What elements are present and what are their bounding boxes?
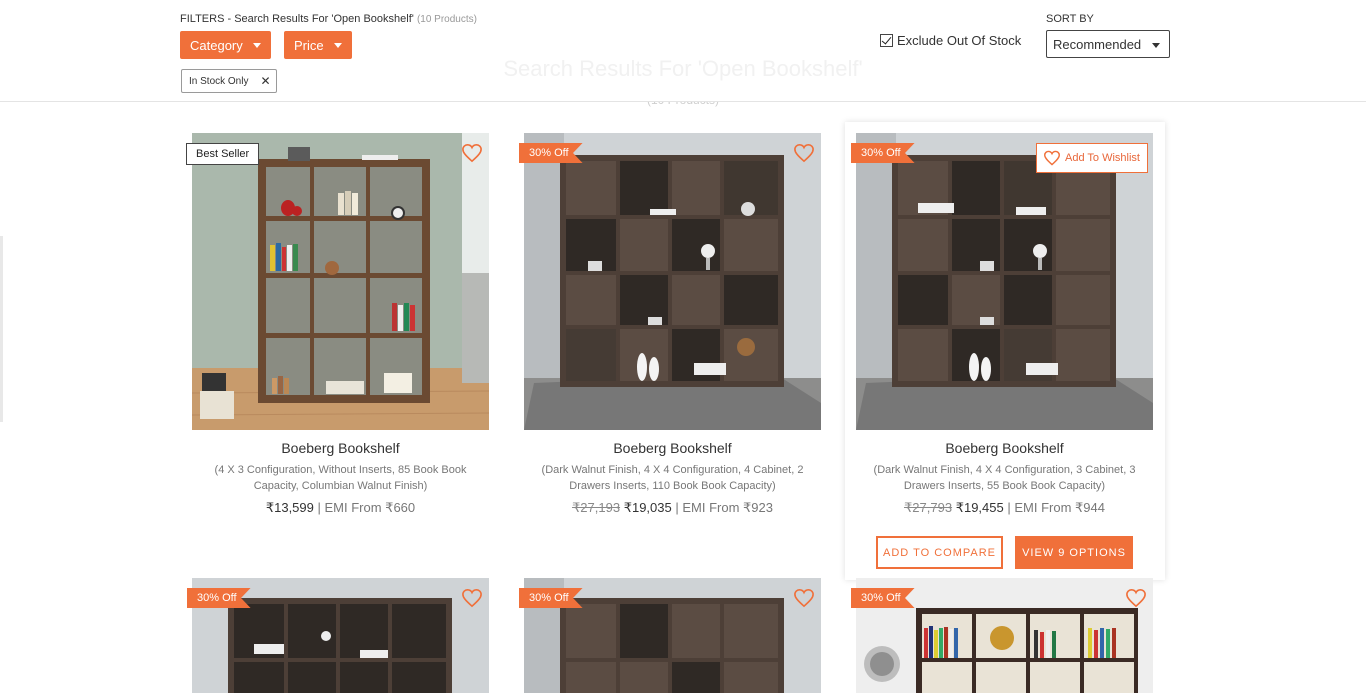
product-card[interactable]: 30% Off Boeberg Bookshelf (Dark Walnut F… xyxy=(519,133,821,523)
price-current: ₹19,455 xyxy=(955,500,1004,515)
product-description: (Dark Walnut Finish, 4 X 4 Configuration… xyxy=(541,464,804,492)
filters-label-text: FILTERS - Search Results For 'Open Books… xyxy=(180,13,414,25)
in-stock-chip: In Stock Only ✕ xyxy=(181,69,277,93)
product-image[interactable] xyxy=(192,133,489,430)
wishlist-label: Add To Wishlist xyxy=(1065,152,1140,164)
product-image[interactable]: Add To Wishlist xyxy=(856,133,1153,430)
add-to-compare-button[interactable]: ADD TO COMPARE xyxy=(876,536,1003,569)
product-name[interactable]: Boeberg Bookshelf xyxy=(192,440,489,456)
view-options-button[interactable]: VIEW 9 OPTIONS xyxy=(1015,536,1133,569)
emi-text: | EMI From ₹660 xyxy=(317,500,416,515)
product-price: ₹27,193 ₹19,035 | EMI From ₹923 xyxy=(524,500,821,516)
category-filter-button[interactable]: Category xyxy=(180,31,271,59)
heart-icon xyxy=(1043,150,1061,166)
close-icon[interactable]: ✕ xyxy=(260,74,270,88)
product-price: ₹13,599 | EMI From ₹660 xyxy=(192,500,489,516)
sort-by-label: SORT BY xyxy=(1046,13,1094,25)
price-filter-label: Price xyxy=(294,37,324,53)
sort-selected-value: Recommended xyxy=(1053,36,1142,52)
discount-badge: 30% Off xyxy=(519,588,583,608)
best-seller-badge: Best Seller xyxy=(186,143,260,165)
discount-badge: 30% Off xyxy=(519,143,583,163)
product-card[interactable]: Best Seller Boeberg Bookshelf (4 X 3 Con… xyxy=(186,133,489,523)
heart-icon[interactable] xyxy=(1125,588,1147,608)
chevron-down-icon xyxy=(252,42,261,48)
product-card[interactable]: 30% Off xyxy=(519,578,821,693)
checkbox-checked-icon[interactable] xyxy=(880,34,893,47)
product-description: (Dark Walnut Finish, 4 X 4 Configuration… xyxy=(873,464,1136,492)
filters-count: (10 Products) xyxy=(416,14,477,25)
price-original: ₹27,793 xyxy=(904,500,953,515)
chevron-down-icon xyxy=(333,42,342,48)
side-panel-edge xyxy=(0,236,3,422)
category-filter-label: Category xyxy=(190,37,243,53)
product-card-hovered[interactable]: Add To Wishlist 30% Off Boeberg Bookshel… xyxy=(845,122,1165,580)
emi-text: | EMI From ₹944 xyxy=(1007,500,1105,515)
chip-label: In Stock Only xyxy=(189,75,249,87)
heart-icon[interactable] xyxy=(461,143,483,163)
heart-icon[interactable] xyxy=(461,588,483,608)
product-card[interactable]: 30% Off xyxy=(187,578,489,693)
filter-bar: FILTERS - Search Results For 'Open Books… xyxy=(0,0,1366,102)
price-current: ₹19,035 xyxy=(623,500,672,515)
price-original: ₹27,193 xyxy=(572,500,621,515)
filters-label: FILTERS - Search Results For 'Open Books… xyxy=(180,13,477,25)
product-description: (4 X 3 Configuration, Without Inserts, 8… xyxy=(214,464,467,492)
price-current: ₹13,599 xyxy=(265,500,314,515)
product-card[interactable]: 30% Off xyxy=(851,578,1153,693)
discount-badge: 30% Off xyxy=(851,588,915,608)
product-name[interactable]: Boeberg Bookshelf xyxy=(524,440,821,456)
chevron-down-icon xyxy=(1152,43,1160,48)
product-price: ₹27,793 ₹19,455 | EMI From ₹944 xyxy=(856,500,1153,516)
discount-badge: 30% Off xyxy=(851,143,915,163)
exclude-label: Exclude Out Of Stock xyxy=(897,33,1022,48)
heart-icon[interactable] xyxy=(793,143,815,163)
exclude-out-of-stock-toggle[interactable]: Exclude Out Of Stock xyxy=(880,33,1021,48)
emi-text: | EMI From ₹923 xyxy=(675,500,773,515)
heart-icon[interactable] xyxy=(793,588,815,608)
price-filter-button[interactable]: Price xyxy=(284,31,352,59)
sort-select[interactable]: Recommended xyxy=(1046,30,1170,58)
product-image[interactable] xyxy=(524,133,821,430)
product-name[interactable]: Boeberg Bookshelf xyxy=(856,440,1153,456)
add-to-wishlist-button[interactable]: Add To Wishlist xyxy=(1036,143,1148,173)
